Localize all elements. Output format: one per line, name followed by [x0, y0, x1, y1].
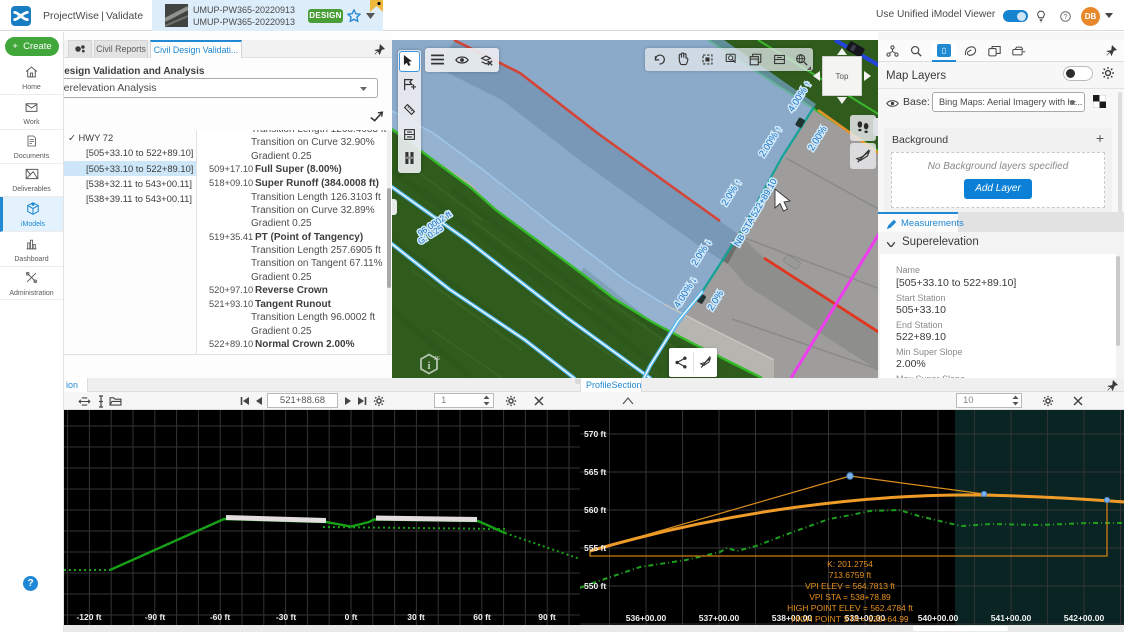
svg-text:0 ft: 0 ft: [345, 612, 358, 622]
svg-text:90 ft: 90 ft: [538, 612, 556, 622]
svg-text:550 ft: 550 ft: [584, 581, 606, 591]
svg-text:VPI STA = 538+78.89: VPI STA = 538+78.89: [809, 592, 891, 602]
svg-text:JS: JS: [434, 356, 440, 362]
svg-text:HIGH POINT ELEV = 562.4784 ft: HIGH POINT ELEV = 562.4784 ft: [787, 603, 913, 613]
svg-text:542+00.00: 542+00.00: [1064, 613, 1105, 623]
svg-text:2.00%: 2.00%: [806, 124, 830, 153]
svg-text:560 ft: 560 ft: [584, 505, 606, 515]
svg-text:30 ft: 30 ft: [407, 612, 425, 622]
svg-text:VPI ELEV = 564.7813 ft: VPI ELEV = 564.7813 ft: [805, 581, 896, 591]
svg-text:i: i: [427, 360, 430, 372]
svg-text:713.6759 ft: 713.6759 ft: [829, 570, 872, 580]
svg-text:555 ft: 555 ft: [584, 543, 606, 553]
svg-text:541+00.00: 541+00.00: [991, 613, 1032, 623]
svg-text:?: ?: [1064, 14, 1068, 21]
svg-text:565 ft: 565 ft: [584, 467, 606, 477]
svg-text:-30 ft: -30 ft: [276, 612, 296, 622]
svg-text:536+00.00: 536+00.00: [626, 613, 667, 623]
svg-text:60 ft: 60 ft: [473, 612, 491, 622]
svg-text:-90 ft: -90 ft: [145, 612, 165, 622]
svg-text:HIGH POINT STA = 539+64.99: HIGH POINT STA = 539+64.99: [791, 614, 909, 624]
svg-text:K: 201.2754: K: 201.2754: [827, 559, 873, 569]
svg-text:540+00.00: 540+00.00: [918, 613, 959, 623]
svg-text:570 ft: 570 ft: [584, 429, 606, 439]
svg-text:-60 ft: -60 ft: [210, 612, 230, 622]
svg-text:537+00.00: 537+00.00: [699, 613, 740, 623]
svg-text:-120 ft: -120 ft: [76, 612, 101, 622]
svg-text:2.0%: 2.0%: [705, 288, 726, 313]
